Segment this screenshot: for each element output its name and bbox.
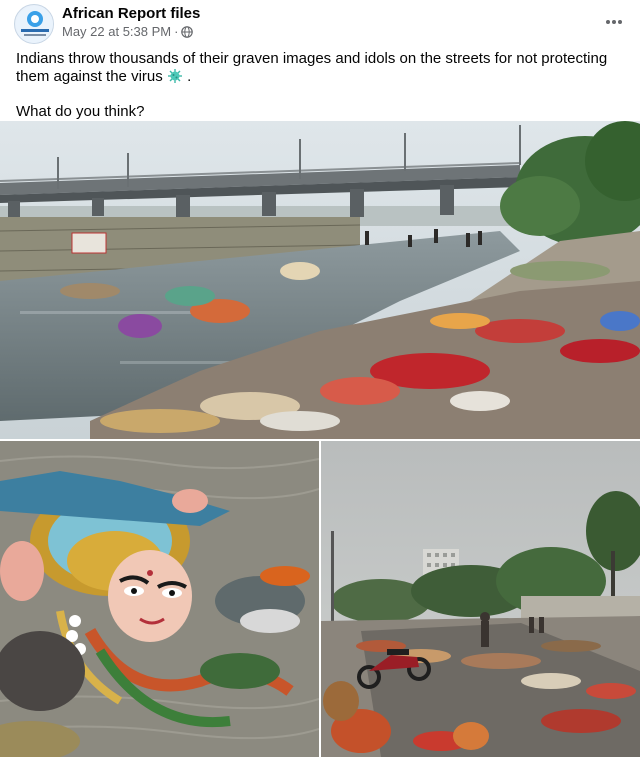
post-text-period: . <box>187 68 192 85</box>
post-header: African Report files May 22 at 5:38 PM · <box>0 0 640 44</box>
microbe-icon <box>167 68 183 84</box>
globe-icon <box>181 25 194 38</box>
more-options-button[interactable] <box>602 10 626 34</box>
riverbank-debris-photo[interactable] <box>0 121 640 439</box>
post-text: Indians throw thousands of their graven … <box>16 50 626 121</box>
street-debris-photo[interactable] <box>321 441 640 757</box>
more-options-icon <box>606 20 622 24</box>
meta-separator: · <box>174 24 179 39</box>
avatar-logo-icon <box>16 6 53 43</box>
post-text-line1: Indians throw thousands of their graven … <box>16 50 626 86</box>
durga-idol-photo[interactable] <box>0 441 319 757</box>
author-name[interactable]: African Report files <box>62 5 200 22</box>
page-avatar[interactable] <box>14 4 54 44</box>
post-text-body: Indians throw thousands of their graven … <box>16 50 608 85</box>
post-text-line2: What do you think? <box>16 103 145 120</box>
post-meta: May 22 at 5:38 PM · <box>62 24 194 39</box>
post-timestamp[interactable]: May 22 at 5:38 PM <box>62 24 171 39</box>
